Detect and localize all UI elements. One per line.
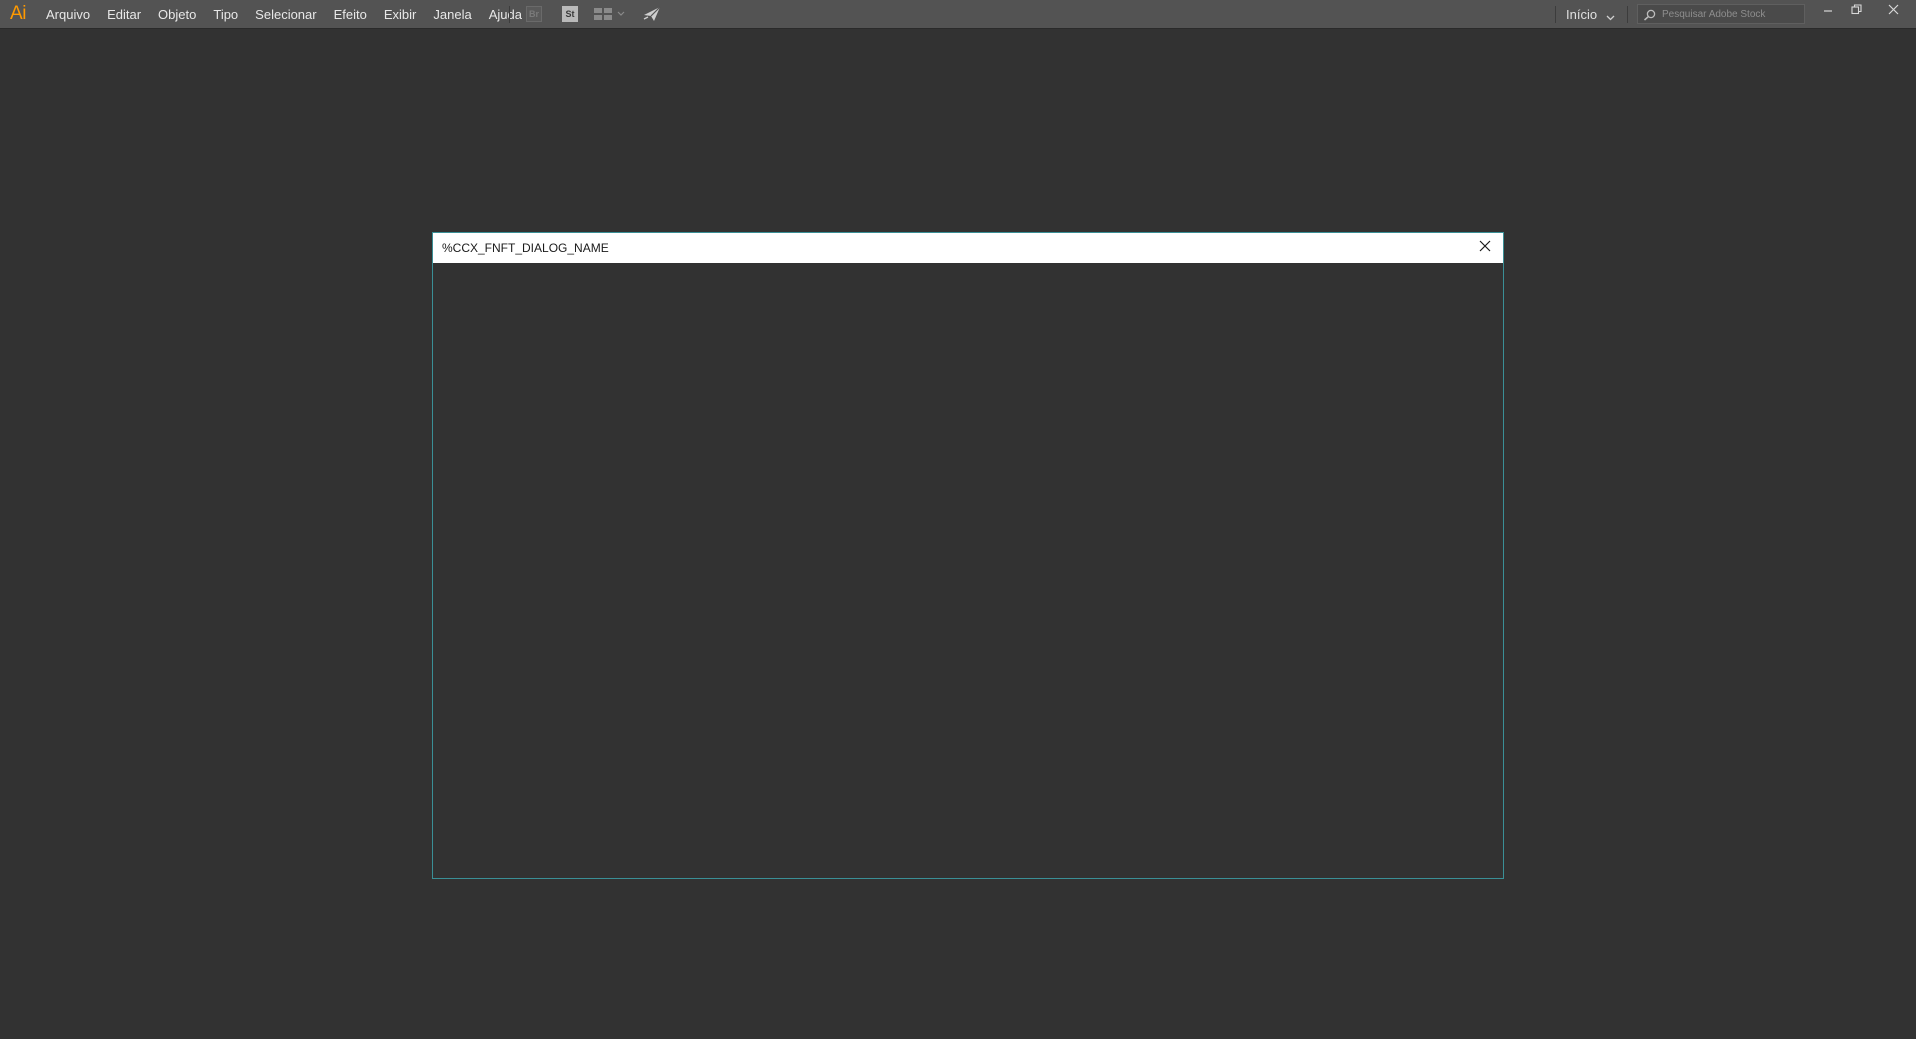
dialog-window: %CCX_FNFT_DIALOG_NAME xyxy=(432,232,1504,879)
stock-icon[interactable]: St xyxy=(562,6,578,22)
illustrator-logo: Ai xyxy=(10,3,26,24)
close-icon xyxy=(1479,239,1491,257)
dialog-titlebar[interactable]: %CCX_FNFT_DIALOG_NAME xyxy=(433,233,1503,263)
menu-bar: Ai Arquivo Editar Objeto Tipo Selecionar… xyxy=(0,0,1916,29)
arrange-documents-icon[interactable] xyxy=(594,6,612,22)
workspace-switcher[interactable]: Início xyxy=(1566,0,1615,29)
stock-search-box[interactable] xyxy=(1637,4,1805,24)
dialog-content xyxy=(433,263,1503,878)
minimize-icon xyxy=(1823,2,1833,20)
menu-ajuda[interactable]: Ajuda xyxy=(480,0,530,29)
menu-janela[interactable]: Janela xyxy=(425,0,480,29)
close-window-button[interactable] xyxy=(1879,0,1907,22)
search-input[interactable] xyxy=(1662,5,1802,23)
menu-arquivo[interactable]: Arquivo xyxy=(38,0,99,29)
chevron-down-icon xyxy=(1606,10,1615,21)
bridge-icon[interactable]: Br xyxy=(526,6,542,22)
dialog-title: %CCX_FNFT_DIALOG_NAME xyxy=(442,241,609,255)
workspace-label: Início xyxy=(1566,7,1598,22)
chevron-down-icon[interactable] xyxy=(617,6,625,22)
menu-efeito[interactable]: Efeito xyxy=(325,0,375,29)
toolbar-divider xyxy=(1555,6,1556,23)
toolbar-divider xyxy=(1627,6,1628,23)
dialog-close-button[interactable] xyxy=(1471,233,1499,263)
menu-objeto[interactable]: Objeto xyxy=(150,0,205,29)
toolbar-divider xyxy=(509,6,510,23)
menu-exibir[interactable]: Exibir xyxy=(375,0,425,29)
sync-send-icon[interactable] xyxy=(643,6,661,22)
minimize-button[interactable] xyxy=(1814,0,1842,22)
restore-icon xyxy=(1850,2,1862,20)
menu-tipo[interactable]: Tipo xyxy=(205,0,247,29)
restore-button[interactable] xyxy=(1842,0,1870,22)
app-window: Ai Arquivo Editar Objeto Tipo Selecionar… xyxy=(0,0,1916,1039)
close-icon xyxy=(1888,2,1899,20)
menu-selecionar[interactable]: Selecionar xyxy=(247,0,325,29)
search-icon xyxy=(1643,8,1657,21)
main-menu: Arquivo Editar Objeto Tipo Selecionar Ef… xyxy=(38,0,530,29)
menu-editar[interactable]: Editar xyxy=(99,0,150,29)
